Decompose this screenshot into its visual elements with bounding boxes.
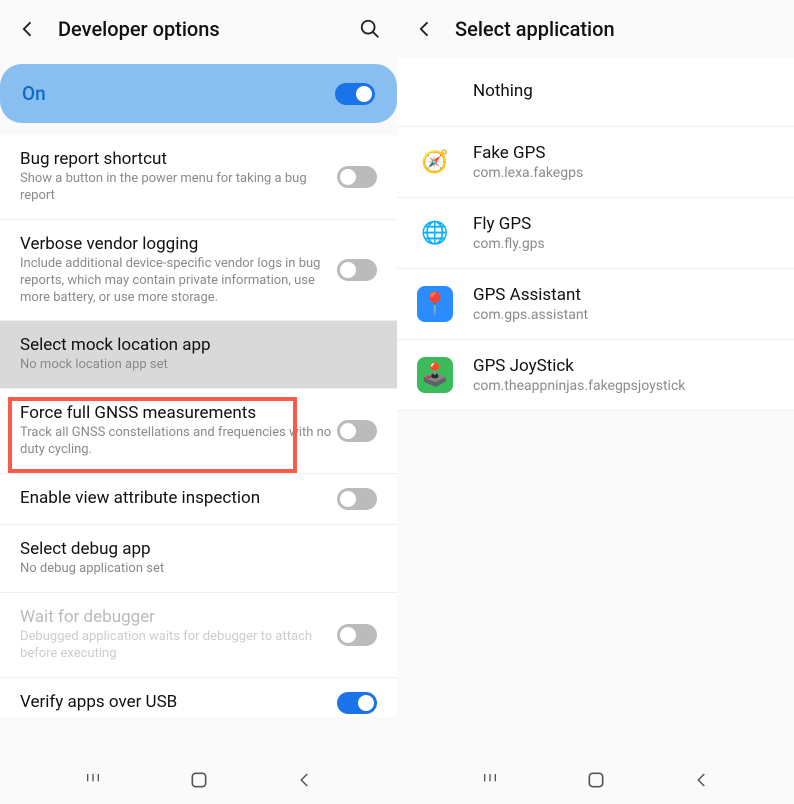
setting-item[interactable]: Enable view attribute inspection bbox=[0, 474, 397, 525]
nav-back-icon[interactable] bbox=[693, 771, 711, 793]
setting-item[interactable]: Force full GNSS measurementsTrack all GN… bbox=[0, 389, 397, 474]
app-item[interactable]: 📍 GPS Assistant com.gps.assistant bbox=[397, 269, 794, 340]
page-title: Developer options bbox=[58, 17, 359, 41]
left-panel: Developer options On Bug report shortcut… bbox=[0, 0, 397, 804]
setting-desc: Show a button in the power menu for taki… bbox=[20, 171, 337, 205]
app-name: GPS JoyStick bbox=[473, 356, 774, 376]
nav-back-icon[interactable] bbox=[296, 771, 314, 793]
app-item[interactable]: Nothing bbox=[397, 58, 794, 127]
app-text: GPS Assistant com.gps.assistant bbox=[473, 285, 774, 323]
toggle-switch[interactable] bbox=[337, 692, 377, 714]
app-name: Fly GPS bbox=[473, 214, 774, 234]
setting-item[interactable]: Bug report shortcutShow a button in the … bbox=[0, 135, 397, 220]
header-right: Select application bbox=[397, 0, 794, 58]
nav-home-icon[interactable] bbox=[586, 770, 606, 794]
setting-title: Bug report shortcut bbox=[20, 149, 337, 169]
setting-title: Select debug app bbox=[20, 539, 377, 559]
app-item[interactable]: 🌐 Fly GPS com.fly.gps bbox=[397, 198, 794, 269]
setting-desc: No mock location app set bbox=[20, 357, 377, 374]
setting-text: Bug report shortcutShow a button in the … bbox=[20, 149, 337, 205]
setting-title: Enable view attribute inspection bbox=[20, 488, 337, 508]
setting-title: Force full GNSS measurements bbox=[20, 403, 337, 423]
right-panel: Select application Nothing 🧭 Fake GPS com.l… bbox=[397, 0, 794, 804]
toggle-switch[interactable] bbox=[337, 420, 377, 442]
master-toggle[interactable] bbox=[335, 83, 375, 105]
nav-bar-left bbox=[0, 760, 397, 804]
nav-home-icon[interactable] bbox=[189, 770, 209, 794]
setting-title: Verify apps over USB bbox=[20, 692, 337, 712]
app-text: GPS JoyStick com.theappninjas.fakegpsjoys… bbox=[473, 356, 774, 394]
app-icon: 🕹️ bbox=[417, 357, 453, 393]
nav-recent-icon[interactable] bbox=[83, 772, 103, 792]
back-icon[interactable] bbox=[16, 17, 40, 41]
toggle-switch[interactable] bbox=[337, 488, 377, 510]
app-name: Nothing bbox=[473, 81, 774, 101]
app-icon: 📍 bbox=[417, 286, 453, 322]
toggle-switch[interactable] bbox=[337, 259, 377, 281]
setting-desc: No debug application set bbox=[20, 561, 377, 578]
setting-item[interactable]: Verify apps over USB bbox=[0, 678, 397, 717]
setting-desc: Include additional device-specific vendo… bbox=[20, 256, 337, 307]
page-title: Select application bbox=[455, 17, 778, 41]
header-left: Developer options bbox=[0, 0, 397, 58]
search-icon[interactable] bbox=[359, 18, 381, 40]
toggle-switch[interactable] bbox=[337, 166, 377, 188]
setting-text: Select debug app No debug application set bbox=[20, 539, 377, 578]
app-package: com.fly.gps bbox=[473, 236, 774, 252]
setting-text: Force full GNSS measurementsTrack all GN… bbox=[20, 403, 337, 459]
app-name: Fake GPS bbox=[473, 143, 774, 163]
setting-desc: Debugged application waits for debugger … bbox=[20, 629, 337, 663]
app-icon bbox=[417, 74, 453, 110]
setting-item[interactable]: Wait for debuggerDebugged application wa… bbox=[0, 593, 397, 678]
settings-scroll[interactable]: On Bug report shortcutShow a button in t… bbox=[0, 58, 397, 760]
setting-title: Wait for debugger bbox=[20, 607, 337, 627]
app-icon: 🧭 bbox=[417, 144, 453, 180]
setting-title: Verbose vendor logging bbox=[20, 234, 337, 254]
setting-text: Enable view attribute inspection bbox=[20, 488, 337, 510]
setting-item[interactable]: Select debug app No debug application set bbox=[0, 525, 397, 593]
setting-item[interactable]: Select mock location app No mock location… bbox=[0, 321, 397, 389]
app-text: Fake GPS com.lexa.fakegps bbox=[473, 143, 774, 181]
setting-desc: Track all GNSS constellations and freque… bbox=[20, 425, 337, 459]
master-toggle-row[interactable]: On bbox=[0, 64, 397, 123]
app-name: GPS Assistant bbox=[473, 285, 774, 305]
app-icon: 🌐 bbox=[417, 215, 453, 251]
app-item[interactable]: 🕹️ GPS JoyStick com.theappninjas.fakegpsjo… bbox=[397, 340, 794, 411]
setting-title: Select mock location app bbox=[20, 335, 377, 355]
setting-text: Verify apps over USB bbox=[20, 692, 337, 714]
app-text: Nothing bbox=[473, 81, 774, 103]
app-package: com.theappninjas.fakegpsjoystick bbox=[473, 378, 774, 394]
setting-text: Wait for debuggerDebugged application wa… bbox=[20, 607, 337, 663]
app-list-scroll[interactable]: Nothing 🧭 Fake GPS com.lexa.fakegps 🌐 Fly GPS… bbox=[397, 58, 794, 760]
setting-text: Verbose vendor loggingInclude additional… bbox=[20, 234, 337, 307]
toggle-switch bbox=[337, 624, 377, 646]
app-package: com.lexa.fakegps bbox=[473, 165, 774, 181]
app-item[interactable]: 🧭 Fake GPS com.lexa.fakegps bbox=[397, 127, 794, 198]
nav-bar-right bbox=[397, 760, 794, 804]
app-text: Fly GPS com.fly.gps bbox=[473, 214, 774, 252]
nav-recent-icon[interactable] bbox=[480, 772, 500, 792]
setting-text: Select mock location app No mock location… bbox=[20, 335, 377, 374]
master-toggle-label: On bbox=[22, 82, 335, 105]
back-icon[interactable] bbox=[413, 17, 437, 41]
app-package: com.gps.assistant bbox=[473, 307, 774, 323]
setting-item[interactable]: Verbose vendor loggingInclude additional… bbox=[0, 220, 397, 322]
